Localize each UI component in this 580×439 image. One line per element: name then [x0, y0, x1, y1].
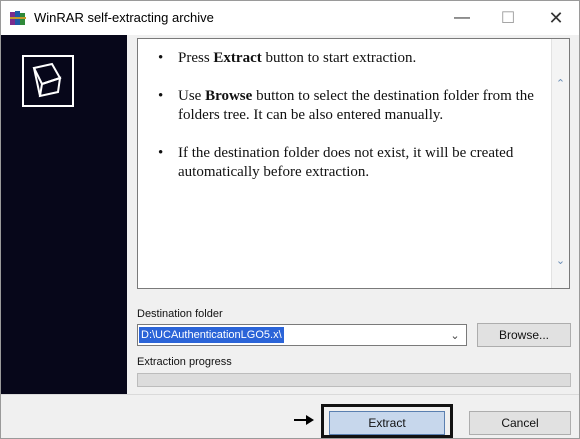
- arrow-right-icon: [294, 415, 314, 425]
- progress-label: Extraction progress: [137, 356, 232, 368]
- sfx-window: WinRAR self-extracting archive — ☐ ✕ Pre…: [0, 0, 580, 439]
- close-button[interactable]: ✕: [533, 1, 579, 35]
- destination-label: Destination folder: [137, 308, 223, 320]
- window-title: WinRAR self-extracting archive: [34, 10, 214, 25]
- extraction-progress-bar: [137, 373, 571, 387]
- info-item: Press Extract button to start extraction…: [158, 49, 538, 68]
- info-list: Press Extract button to start extraction…: [158, 49, 538, 201]
- logo-frame: [22, 55, 74, 107]
- info-item: If the destination folder does not exist…: [158, 144, 538, 182]
- sidebar-banner: [1, 35, 127, 394]
- destination-folder-value[interactable]: D:\UCAuthenticationLGO5.x\: [139, 327, 284, 343]
- box-logo-icon: [32, 62, 62, 98]
- maximize-button[interactable]: ☐: [485, 1, 531, 35]
- browse-button[interactable]: Browse...: [477, 323, 571, 347]
- scroll-up-icon[interactable]: ⌃: [554, 77, 567, 90]
- scroll-down-icon[interactable]: ⌄: [554, 254, 567, 267]
- browse-emphasis: Browse: [205, 88, 253, 104]
- destination-folder-combo[interactable]: D:\UCAuthenticationLGO5.x\ ⌄: [137, 324, 467, 346]
- extract-emphasis: Extract: [213, 50, 262, 66]
- vertical-scrollbar[interactable]: ⌃ ⌄: [551, 39, 569, 288]
- info-panel: Press Extract button to start extraction…: [137, 38, 570, 289]
- title-bar[interactable]: WinRAR self-extracting archive — ☐ ✕: [1, 1, 579, 35]
- minimize-button[interactable]: —: [439, 1, 485, 35]
- winrar-books-icon: [10, 11, 26, 25]
- chevron-down-icon[interactable]: ⌄: [448, 328, 462, 342]
- extract-button[interactable]: Extract: [329, 411, 445, 435]
- info-item: Use Browse button to select the destinat…: [158, 87, 538, 125]
- cancel-button[interactable]: Cancel: [469, 411, 571, 435]
- button-footer: Extract Cancel: [1, 394, 579, 438]
